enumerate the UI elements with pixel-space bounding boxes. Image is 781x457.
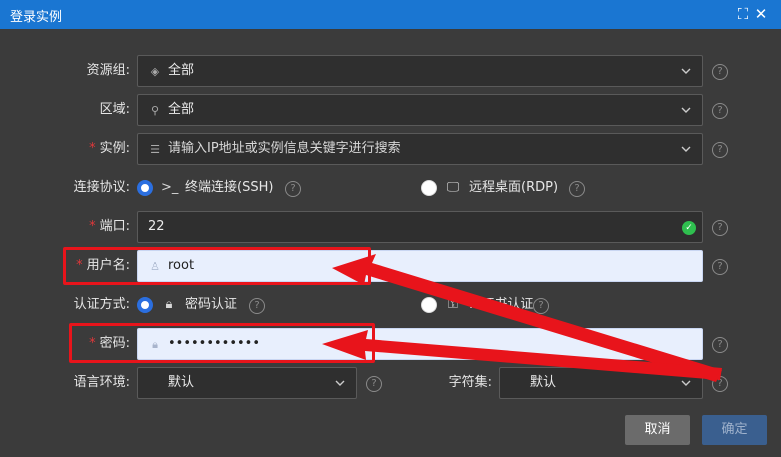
annotation-arrows (322, 254, 722, 382)
